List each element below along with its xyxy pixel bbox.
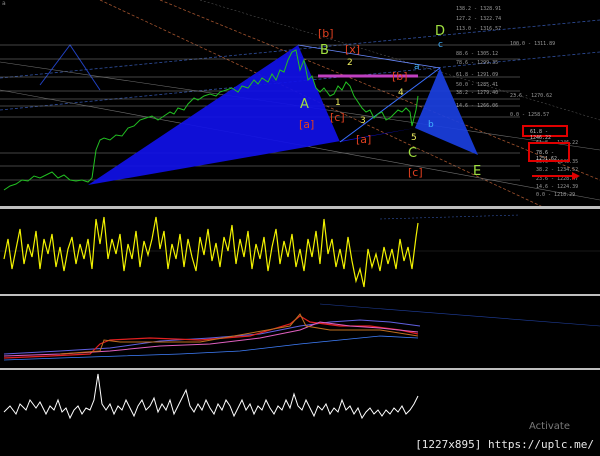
footer-resolution-link[interactable]: [1227x895] https://uplc.me/ [415, 438, 594, 451]
trading-chart-window: a [b] [x] [b] [a] [a] [c] [c] A B C D E … [0, 0, 600, 456]
oscillator-svg-white [3, 373, 419, 420]
arrow-layer [532, 172, 580, 180]
ma-line-red [3, 315, 419, 359]
oscillator-line-yellow [3, 216, 419, 288]
arrow-head-icon [572, 172, 580, 180]
oscillator-pane-yellow[interactable] [0, 209, 600, 294]
activate-watermark: Activate [529, 421, 570, 432]
oscillator-svg-yellow [0, 214, 600, 288]
price-pane[interactable]: [b] [x] [b] [a] [a] [c] [c] A B C D E 1 … [0, 0, 600, 206]
ma-line-purple [3, 319, 421, 355]
oscillator-line-white [3, 373, 419, 420]
ma-svg [3, 303, 600, 361]
oscillator-pane-white[interactable] [0, 370, 600, 436]
moving-average-pane[interactable] [0, 296, 600, 368]
